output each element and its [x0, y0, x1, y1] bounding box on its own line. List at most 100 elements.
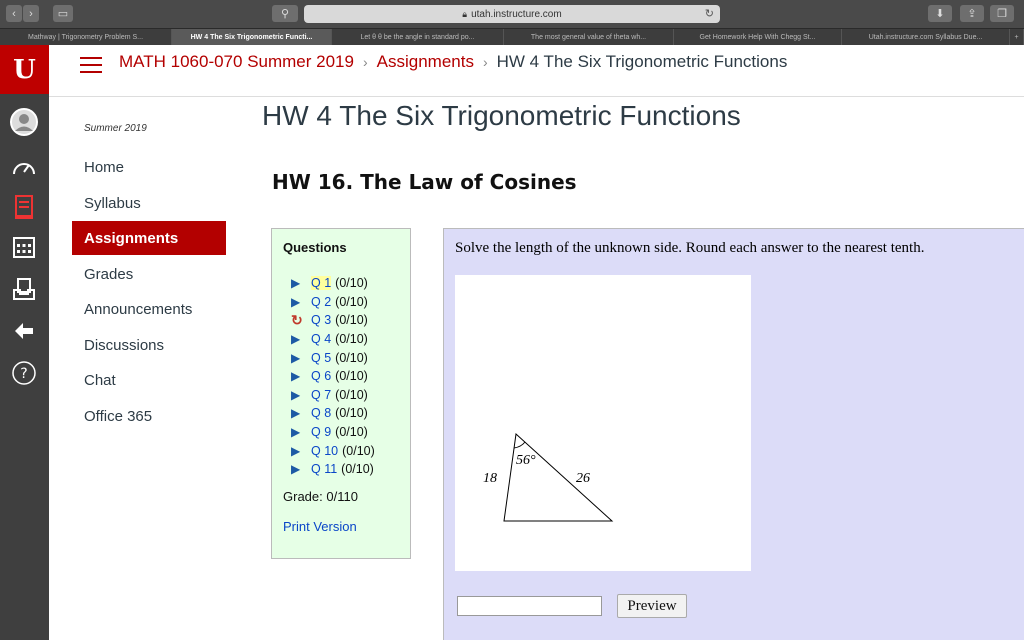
triangle-figure: 56° 18 26 — [455, 275, 751, 571]
question-link[interactable]: Q 1 — [311, 276, 332, 291]
breadcrumb-course[interactable]: MATH 1060-070 Summer 2019 — [119, 52, 354, 72]
question-score: (0/10) — [342, 443, 375, 458]
account-icon[interactable] — [8, 108, 40, 136]
courses-icon[interactable] — [8, 193, 40, 221]
url-text: utah.instructure.com — [471, 8, 562, 20]
commons-icon[interactable] — [8, 317, 40, 345]
browser-tab-label: HW 4 The Six Trigonometric Functi... — [190, 33, 313, 41]
question-link[interactable]: Q 3 — [311, 313, 331, 327]
global-nav: U ? — [0, 45, 49, 640]
help-icon[interactable]: ? — [8, 359, 40, 387]
browser-tab-label: The most general value of theta wh... — [530, 33, 647, 41]
share-button[interactable]: ⇪ — [960, 5, 984, 22]
course-nav-syllabus[interactable]: Syllabus — [72, 186, 226, 220]
browser-tab-active[interactable]: HW 4 The Six Trigonometric Functi... — [172, 29, 332, 45]
new-tab-button[interactable]: + — [1010, 29, 1024, 45]
tab-strip: Mathway | Trigonometry Problem S... HW 4… — [0, 28, 1024, 45]
breadcrumb-assignments[interactable]: Assignments — [377, 52, 474, 72]
play-icon: ▶ — [291, 350, 301, 365]
course-nav-announcements[interactable]: Announcements — [72, 292, 226, 326]
forward-button[interactable]: › — [23, 5, 39, 22]
course-nav: Summer 2019 Home Syllabus Assignments Gr… — [72, 97, 226, 640]
course-nav-home[interactable]: Home — [72, 150, 226, 184]
angle-arc — [513, 441, 526, 449]
breadcrumb-separator: › — [362, 54, 368, 70]
url-bar[interactable]: 🔒︎ utah.instructure.com ↻ — [304, 5, 720, 23]
print-version-link[interactable]: Print Version — [283, 519, 357, 534]
breadcrumb: MATH 1060-070 Summer 2019 › Assignments … — [119, 52, 787, 72]
question-score: (0/10) — [335, 313, 368, 328]
course-nav-discussions[interactable]: Discussions — [72, 328, 226, 362]
question-list: ▶ Q 1 (0/10) ▶ Q 2 (0/10) ↻ Q 3 (0/10) ▶ Q 4 (0/10)… — [291, 274, 375, 479]
question-score: (0/10) — [335, 387, 368, 402]
question-link[interactable]: Q 11 — [311, 462, 337, 476]
play-icon: ▶ — [291, 276, 301, 291]
dashboard-icon[interactable] — [8, 153, 40, 181]
page-title: HW 4 The Six Trigonometric Functions — [262, 100, 741, 131]
answer-input[interactable] — [457, 596, 602, 616]
course-nav-chat[interactable]: Chat — [72, 363, 226, 397]
play-icon: ▶ — [291, 443, 301, 458]
question-link[interactable]: Q 5 — [311, 351, 331, 365]
question-score: (0/10) — [335, 425, 368, 440]
question-link[interactable]: Q 4 — [311, 332, 331, 346]
triangle-side-left-label: 18 — [483, 471, 497, 486]
question-link[interactable]: Q 9 — [311, 425, 331, 439]
question-item[interactable]: ▶ Q 7 (0/10) — [291, 386, 375, 405]
sidebar-toggle-button[interactable]: ▭ — [53, 5, 73, 22]
browser-tab[interactable]: The most general value of theta wh... — [504, 29, 674, 45]
back-button[interactable]: ‹ — [6, 5, 22, 22]
question-item[interactable]: ▶ Q 10 (0/10) — [291, 441, 375, 460]
question-link[interactable]: Q 6 — [311, 369, 331, 383]
course-nav-office-365[interactable]: Office 365 — [72, 399, 226, 433]
question-link[interactable]: Q 10 — [311, 444, 338, 458]
reload-icon[interactable]: ↻ — [705, 7, 714, 20]
browser-tab[interactable]: Get Homework Help With Chegg St... — [674, 29, 842, 45]
question-score: (0/10) — [335, 332, 368, 347]
triangle-shape — [503, 432, 614, 522]
play-icon: ▶ — [291, 369, 301, 384]
question-link[interactable]: Q 8 — [311, 406, 331, 420]
browser-tab[interactable]: Utah.instructure.com Syllabus Due... — [842, 29, 1010, 45]
play-icon: ▶ — [291, 462, 301, 477]
course-nav-grades[interactable]: Grades — [72, 257, 226, 291]
question-link[interactable]: Q 7 — [311, 388, 331, 402]
browser-tab[interactable]: Let θ θ be the angle in standard po... — [332, 29, 504, 45]
play-icon: ▶ — [291, 387, 301, 402]
calendar-icon[interactable] — [8, 233, 40, 261]
browser-tab-label: Let θ θ be the angle in standard po... — [360, 33, 475, 41]
browser-toolbar: ‹ › ▭ ⚲ 🔒︎ utah.instructure.com ↻ ⬇ ⇪ ❐ — [0, 0, 1024, 28]
question-item[interactable]: ▶ Q 5 (0/10) — [291, 348, 375, 367]
course-nav-assignments[interactable]: Assignments — [72, 221, 226, 255]
question-item[interactable]: ▶ Q 4 (0/10) — [291, 330, 375, 349]
question-item[interactable]: ▶ Q 8 (0/10) — [291, 404, 375, 423]
play-icon: ▶ — [291, 425, 301, 440]
question-score: (0/10) — [341, 462, 374, 477]
university-logo[interactable]: U — [0, 45, 49, 94]
preview-button[interactable]: Preview — [617, 594, 687, 618]
question-item[interactable]: ▶ Q 6 (0/10) — [291, 367, 375, 386]
play-icon: ▶ — [291, 332, 301, 347]
download-button[interactable]: ⬇ — [928, 5, 952, 22]
question-score: (0/10) — [335, 294, 368, 309]
question-item[interactable]: ▶ Q 2 (0/10) — [291, 293, 375, 312]
search-icon[interactable]: ⚲ — [272, 5, 298, 22]
breadcrumb-separator: › — [482, 54, 488, 70]
svg-text:?: ? — [20, 366, 27, 382]
browser-tab[interactable]: Mathway | Trigonometry Problem S... — [0, 29, 172, 45]
problem-instructions: Solve the length of the unknown side. Ro… — [455, 240, 925, 256]
question-item[interactable]: ▶ Q 1 (0/10) — [291, 274, 375, 293]
question-link[interactable]: Q 2 — [311, 295, 331, 309]
question-item[interactable]: ▶ Q 9 (0/10) — [291, 423, 375, 442]
triangle-angle-label: 56° — [516, 453, 536, 468]
tabs-overview-button[interactable]: ❐ — [990, 5, 1014, 22]
browser-tab-label: Get Homework Help With Chegg St... — [699, 33, 816, 41]
questions-heading: Questions — [283, 240, 347, 255]
menu-icon[interactable] — [80, 57, 102, 73]
grade-text: Grade: 0/110 — [283, 489, 358, 504]
inbox-icon[interactable] — [8, 275, 40, 303]
question-item[interactable]: ▶ Q 11 (0/10) — [291, 460, 375, 479]
question-score: (0/10) — [335, 369, 368, 384]
question-item[interactable]: ↻ Q 3 (0/10) — [291, 311, 375, 330]
question-score: (0/10) — [335, 276, 368, 291]
